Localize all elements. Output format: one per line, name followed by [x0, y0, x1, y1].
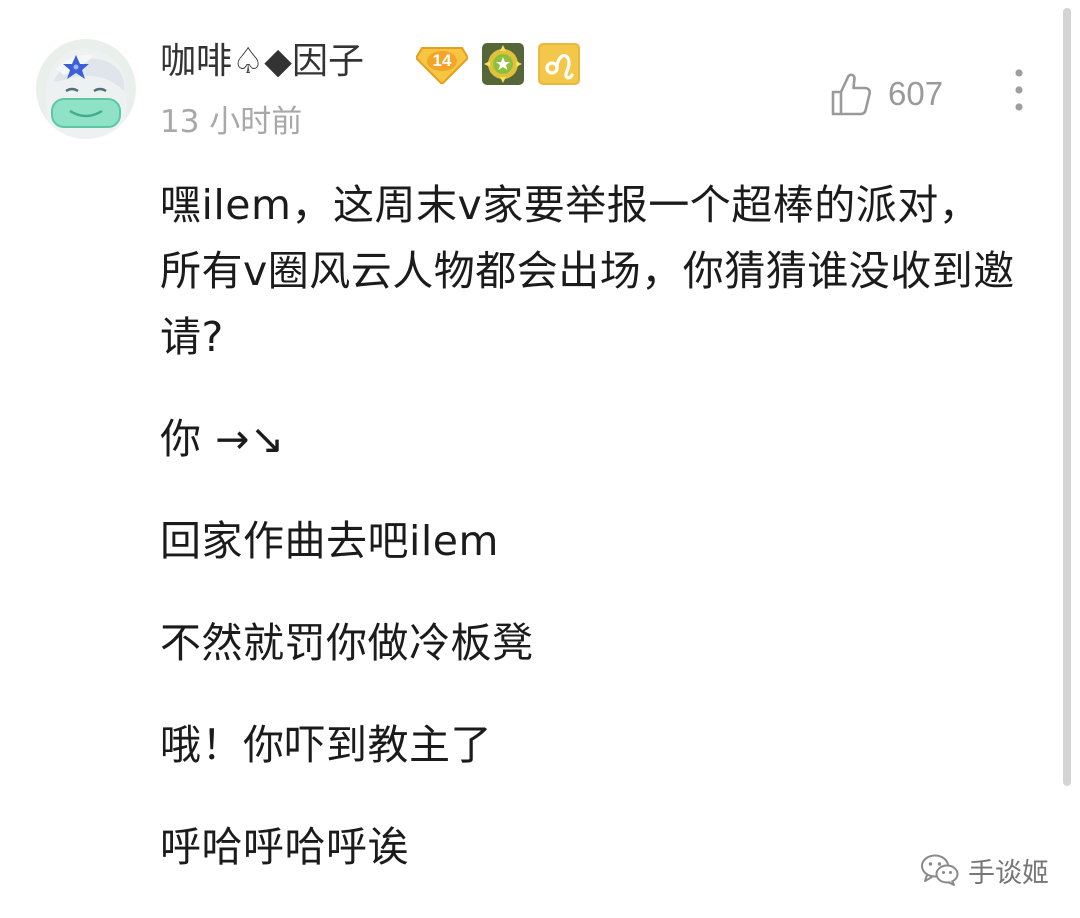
vertical-ellipsis-icon [1015, 69, 1023, 111]
scrollbar[interactable] [1063, 8, 1071, 786]
comment-timestamp: 13 小时前 [160, 104, 303, 140]
like-count: 607 [888, 75, 944, 112]
comment-paragraph: 不然就罚你做冷板凳 [160, 619, 534, 667]
comment-paragraph: 哦！你吓到教主了 [160, 721, 492, 769]
thumbs-up-icon [831, 73, 872, 116]
like-button[interactable]: 607 [830, 66, 943, 122]
badge-row: 14 [416, 42, 580, 86]
username[interactable]: 咖啡♤◆因子 [160, 36, 364, 88]
medal-badge-icon[interactable] [482, 43, 524, 85]
avatar[interactable] [36, 39, 136, 139]
leo-zodiac-badge-icon[interactable] [538, 43, 580, 85]
level-number: 14 [432, 51, 452, 70]
anime-girl-mask-avatar-icon [36, 39, 136, 139]
comment-paragraph: 呼哈呼哈呼诶 [160, 823, 409, 871]
comment-screen: 咖啡♤◆因子 14 13 小时前 607 嘿ilem，这周末v家要举报一个超棒的… [0, 0, 1080, 918]
watermark-text: 手谈姬 [968, 857, 1049, 889]
more-options-button[interactable] [1004, 66, 1034, 114]
comment-body: 嘿ilem，这周末v家要举报一个超棒的派对，所有v圈风云人物都会出场，你猜猜谁没… [160, 172, 1020, 916]
watermark: 手谈姬 [920, 848, 1049, 892]
comment-paragraph: 回家作曲去吧ilem [160, 517, 499, 565]
comment-paragraph: 你 →↘ [160, 415, 285, 463]
comment-paragraph: 嘿ilem，这周末v家要举报一个超棒的派对，所有v圈风云人物都会出场，你猜猜谁没… [160, 181, 1015, 361]
wechat-icon [921, 854, 959, 886]
level-badge-icon[interactable]: 14 [416, 44, 468, 84]
